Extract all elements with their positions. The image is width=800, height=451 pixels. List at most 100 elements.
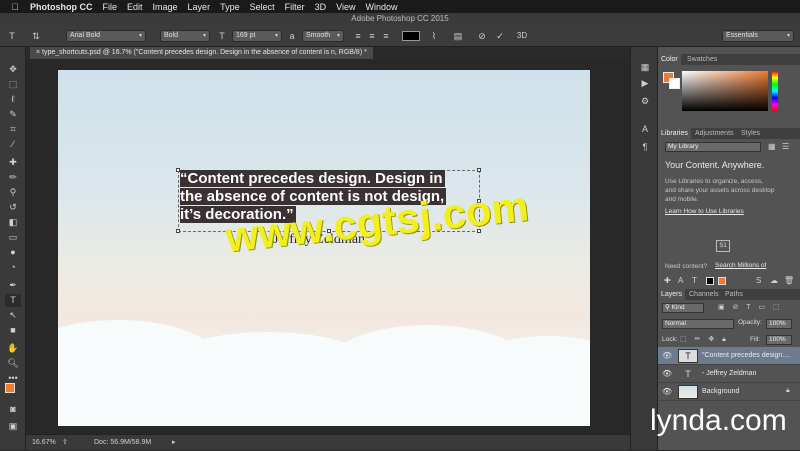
opacity-field[interactable]: 100% [766,319,792,329]
crop-tool-icon[interactable]: ⌗ [5,123,21,136]
share-icon[interactable]: ⇪ [62,435,68,451]
healing-brush-icon[interactable]: ✚ [5,156,21,169]
font-style-select[interactable]: Bold ▾ [160,30,210,42]
quote-line-1[interactable]: “Content precedes design. Design in [180,170,445,187]
paragraph-panel-icon[interactable]: ¶ [638,141,652,153]
transform-handle[interactable] [477,168,481,172]
menu-3d[interactable]: 3D [315,2,327,12]
clone-stamp-icon[interactable]: ⚲ [5,186,21,199]
layer-filter-icons[interactable]: ▣ ⊘ T ▭ ⬚ [718,303,783,311]
pen-tool-icon[interactable]: ✒ [5,279,21,292]
add-fg-color-icon[interactable] [706,277,714,285]
transform-handle[interactable] [176,229,180,233]
search-stock-link[interactable]: Search Millions of [715,262,766,269]
cancel-icon[interactable]: ⊘ [476,30,488,42]
menu-layer[interactable]: Layer [188,2,211,12]
actions-panel-icon[interactable]: ▶ [638,77,652,89]
quick-select-tool-icon[interactable]: ✎ [5,108,21,121]
menu-edit[interactable]: Edit [127,2,143,12]
font-size-field[interactable]: 169 pt ▾ [232,30,282,42]
blend-mode-select[interactable]: Normal [662,319,734,329]
tab-paths[interactable]: Paths [722,289,746,300]
status-menu-arrow-icon[interactable]: ▸ [172,435,176,451]
add-graphic-icon[interactable]: ✚ [664,276,671,285]
document-tab[interactable]: × type_shortcuts.psd @ 16.7% ("Content p… [30,47,373,59]
tab-color[interactable]: Color [658,54,681,65]
add-color-icon[interactable] [718,277,726,285]
menu-app-name[interactable]: Photoshop CC [30,2,93,12]
fill-field[interactable]: 100% [766,335,792,345]
tab-layers[interactable]: Layers [658,289,686,300]
menu-type[interactable]: Type [220,2,240,12]
zoom-tool-icon[interactable]: 🔍︎ [5,357,21,370]
align-center-icon[interactable]: ≡ [366,30,378,42]
character-panel-icon[interactable]: ▤ [452,30,464,42]
brush-tool-icon[interactable]: ✏ [5,171,21,184]
grid-view-icon[interactable]: ▦ [768,142,776,151]
dodge-tool-icon[interactable]: ◔ [5,261,21,274]
visibility-eye-icon[interactable]: 👁︎ [662,369,672,378]
layer-filter-select[interactable]: ⚲ Kind [662,303,704,313]
learn-libraries-link[interactable]: Learn How to Use Libraries [665,208,744,215]
tab-libraries[interactable]: Libraries [658,128,691,139]
3d-icon[interactable]: 3D [516,30,528,42]
libraries-heading: Your Content. Anywhere. [665,160,765,170]
tab-styles[interactable]: Styles [738,128,763,139]
menu-image[interactable]: Image [153,2,178,12]
tab-adjustments[interactable]: Adjustments [692,128,737,139]
hand-tool-icon[interactable]: ✋ [5,342,21,355]
add-char-style-icon[interactable]: A [678,276,683,285]
tab-channels[interactable]: Channels [686,289,722,300]
quick-mask-icon[interactable]: ◙ [5,403,21,416]
stock-icon[interactable]: S [756,276,761,285]
warp-text-icon[interactable]: ⌇ [428,30,440,42]
menu-window[interactable]: Window [365,2,397,12]
menu-file[interactable]: File [103,2,118,12]
apple-menu-icon[interactable]:  [8,2,22,12]
commit-icon[interactable]: ✓ [494,30,506,42]
hue-slider[interactable] [772,71,778,111]
list-view-icon[interactable]: ☰ [782,142,789,151]
menu-view[interactable]: View [336,2,355,12]
screen-mode-icon[interactable]: ▣ [5,420,21,433]
workspace-select[interactable]: Essentials ▾ [722,30,794,42]
eraser-tool-icon[interactable]: ◧ [5,216,21,229]
color-field[interactable] [682,71,768,111]
lasso-tool-icon[interactable]: ℓ [5,93,21,106]
move-tool-icon[interactable]: ✥ [5,63,21,76]
tab-swatches[interactable]: Swatches [684,54,720,65]
antialias-select[interactable]: Smooth ▾ [302,30,344,42]
type-tool-preset-icon[interactable]: T [6,30,18,42]
lock-icons[interactable]: ⬚ ✏ ✥ 🔒︎ [680,335,729,344]
visibility-eye-icon[interactable]: 👁︎ [662,351,672,360]
blur-tool-icon[interactable]: ● [5,246,21,259]
add-layer-style-icon[interactable]: T [692,276,697,285]
menu-select[interactable]: Select [250,2,275,12]
toggle-orientation-icon[interactable]: ⇅ [30,30,42,42]
eyedropper-tool-icon[interactable]: ⁄ [5,138,21,151]
shape-tool-icon[interactable]: ■ [5,324,21,337]
layer-row[interactable]: 👁︎ Background 🔒︎ [658,383,800,401]
marquee-tool-icon[interactable]: ⬚ [5,78,21,91]
type-tool-icon[interactable]: T [5,294,21,307]
align-left-icon[interactable]: ≡ [352,30,364,42]
zoom-level[interactable]: 16.67% [32,435,56,451]
library-select[interactable]: My Library [665,142,761,152]
visibility-eye-icon[interactable]: 👁︎ [662,387,672,396]
character-panel-strip-icon[interactable]: A [638,123,652,135]
history-panel-icon[interactable]: ▦ [638,61,652,73]
layer-row[interactable]: 👁︎ T "Content precedes design.... [658,347,800,365]
layer-row[interactable]: 👁︎ T - Jeffrey Zeldman [658,365,800,383]
menu-filter[interactable]: Filter [285,2,305,12]
foreground-color-swatch[interactable] [5,383,15,393]
path-select-tool-icon[interactable]: ↖ [5,309,21,322]
font-family-select[interactable]: Arial Bold ▾ [66,30,146,42]
color-bg-swatch[interactable] [669,78,680,89]
history-brush-icon[interactable]: ↺ [5,201,21,214]
sync-icon[interactable]: ☁ [770,276,778,285]
delete-icon[interactable]: 🗑︎ [784,276,794,285]
properties-panel-icon[interactable]: ⚙ [638,95,652,107]
gradient-tool-icon[interactable]: ▭ [5,231,21,244]
text-color-swatch[interactable] [402,31,420,41]
align-right-icon[interactable]: ≡ [380,30,392,42]
